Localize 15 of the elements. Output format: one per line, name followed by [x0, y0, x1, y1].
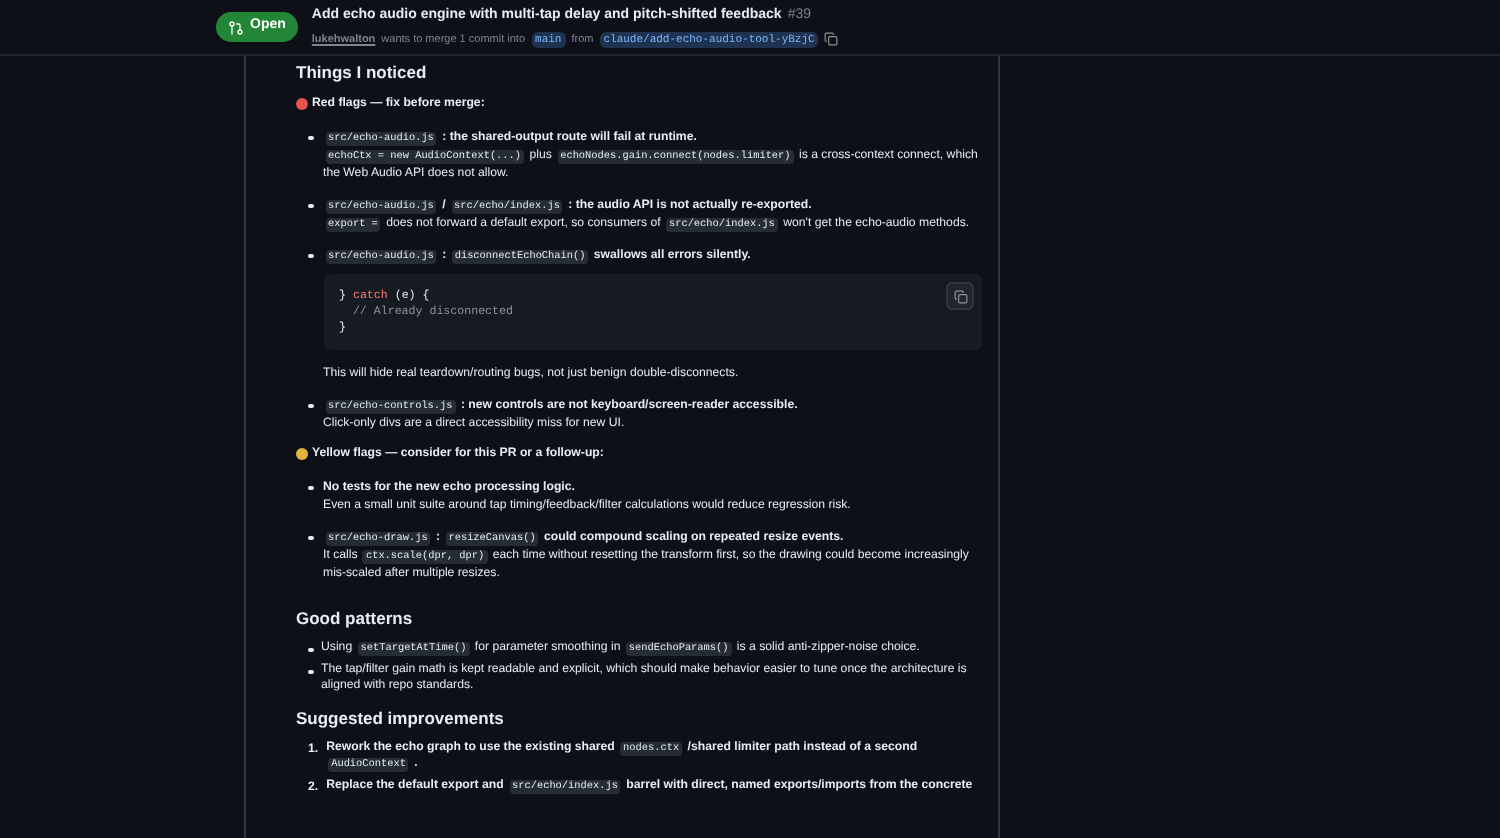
bullet-icon	[308, 669, 313, 675]
bullet-icon	[308, 253, 313, 259]
bullet-icon	[308, 485, 313, 491]
copy-button[interactable]	[946, 282, 974, 311]
copy-icon[interactable]	[824, 32, 839, 47]
bullet-icon	[308, 203, 313, 209]
bullet-icon	[308, 647, 313, 653]
bullet-icon	[308, 535, 313, 541]
pull-request-icon	[228, 19, 244, 35]
section-heading: Good patterns	[296, 606, 415, 631]
section-heading: Suggested improvements	[296, 706, 506, 731]
copy-icon	[953, 289, 967, 304]
section-heading: Things I noticed	[296, 60, 429, 84]
bullet-icon	[308, 135, 313, 141]
bullet-icon	[308, 403, 313, 409]
